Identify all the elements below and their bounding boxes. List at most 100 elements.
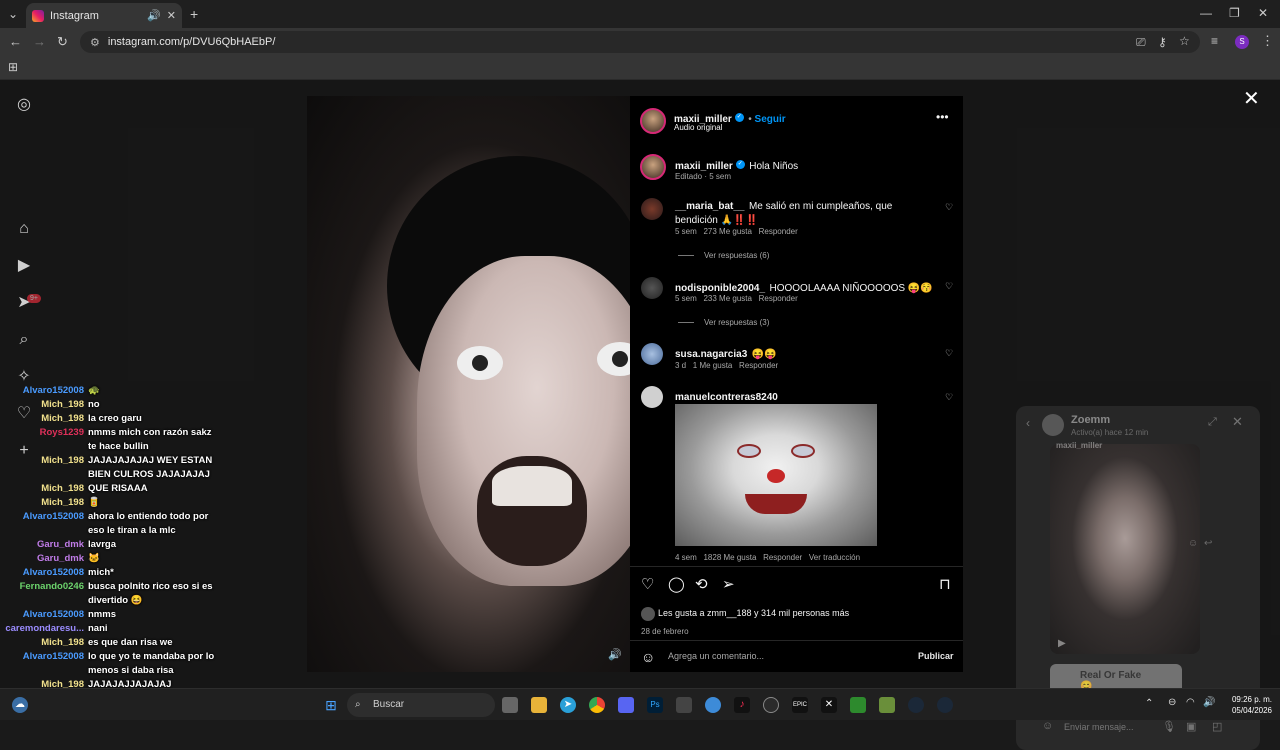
wifi-icon[interactable]: ◠ xyxy=(1186,697,1195,708)
discord-icon[interactable] xyxy=(618,697,634,713)
volume-icon[interactable]: 🔊 xyxy=(1203,697,1215,708)
new-tab-icon[interactable]: + xyxy=(190,6,198,22)
password-key-icon[interactable]: ⚷ xyxy=(1158,35,1167,49)
window-close-icon[interactable]: ✕ xyxy=(1258,6,1268,20)
tray-chevron-icon[interactable]: ⌃ xyxy=(1145,698,1153,709)
windows-start-icon[interactable]: ⊞ xyxy=(323,697,339,713)
steam-icon[interactable] xyxy=(908,697,924,713)
menu-kebab-icon[interactable]: ⋮ xyxy=(1261,33,1274,49)
publish-button[interactable]: Publicar xyxy=(918,651,954,661)
chrome-icon[interactable] xyxy=(589,697,605,713)
view-replies-link[interactable]: Ver respuestas (3) xyxy=(678,318,769,327)
likes-summary[interactable]: Les gusta a zmm__188 y 314 mil personas … xyxy=(658,608,849,618)
post-video[interactable]: 🔊 xyxy=(307,96,630,672)
obs-icon[interactable] xyxy=(763,697,779,713)
instagram-logo-icon[interactable]: ◎ xyxy=(15,96,33,114)
forward-icon[interactable]: → xyxy=(33,34,46,49)
emoji-icon[interactable]: ☺ xyxy=(641,649,655,665)
photoshop-icon[interactable]: Ps xyxy=(647,697,663,713)
chat-username[interactable]: Alvaro152008 xyxy=(0,510,84,524)
like-icon[interactable]: ♡ xyxy=(641,575,654,593)
bookmark-star-icon[interactable]: ☆ xyxy=(1179,34,1190,48)
sticker-icon[interactable]: ◰ xyxy=(1212,720,1222,733)
react-emoji-icon[interactable]: ☺ xyxy=(1188,538,1198,549)
comment-likes[interactable]: 1828 Me gusta xyxy=(703,553,756,562)
chat-username[interactable]: Garu_dmk xyxy=(0,538,84,552)
comment-like-icon[interactable]: ♡ xyxy=(945,202,953,213)
system-clock[interactable]: 09:26 p. m. 05/04/2026 xyxy=(1222,694,1272,716)
image-icon[interactable]: ▣ xyxy=(1186,720,1196,733)
chat-username[interactable]: Mich_198 xyxy=(0,636,84,650)
telegram-icon[interactable]: ➤ xyxy=(560,697,576,713)
comment-like-icon[interactable]: ♡ xyxy=(945,281,953,292)
weather-icon[interactable]: ☁ xyxy=(12,697,28,713)
comment-input[interactable]: Agrega un comentario... xyxy=(668,651,764,661)
chat-username[interactable]: Mich_198 xyxy=(0,412,84,426)
comment-icon[interactable]: ◯ xyxy=(668,575,685,593)
taskbar-search[interactable]: ⌕ Buscar xyxy=(347,693,495,717)
more-options-icon[interactable]: ••• xyxy=(936,110,949,124)
follow-button[interactable]: Seguir xyxy=(755,114,786,125)
reels-icon[interactable]: ▶ xyxy=(15,257,33,275)
back-icon[interactable]: ← xyxy=(9,34,22,49)
author-avatar[interactable] xyxy=(640,108,666,134)
dm-contact-name[interactable]: Zoemm xyxy=(1071,414,1110,426)
reply-link[interactable]: Responder xyxy=(763,553,802,562)
search-icon[interactable]: ⌕ xyxy=(15,331,33,349)
chat-username[interactable]: Mich_198 xyxy=(0,454,84,468)
comment-likes[interactable]: 1 Me gusta xyxy=(693,361,733,370)
save-bookmark-icon[interactable]: ⊓ xyxy=(939,575,951,593)
reload-icon[interactable]: ↻ xyxy=(57,34,68,50)
tiktok-icon[interactable]: ♪ xyxy=(734,697,750,713)
epic-games-icon[interactable]: EPIC xyxy=(792,697,808,713)
dm-close-icon[interactable]: ✕ xyxy=(1232,414,1243,430)
comment-likes[interactable]: 273 Me gusta xyxy=(703,227,751,236)
comment-avatar[interactable] xyxy=(641,277,663,299)
minecraft-icon[interactable] xyxy=(879,697,895,713)
minimize-icon[interactable]: — xyxy=(1200,6,1212,20)
chat-username[interactable]: Roys1239 xyxy=(0,426,84,440)
translate-link[interactable]: Ver traducción xyxy=(809,553,860,562)
file-explorer-icon[interactable] xyxy=(531,697,547,713)
comment-likes[interactable]: 233 Me gusta xyxy=(703,294,751,303)
cursor-app-icon[interactable]: ✕ xyxy=(821,697,837,713)
restore-icon[interactable]: ❐ xyxy=(1229,6,1240,20)
chat-username[interactable]: Alvaro152008 xyxy=(0,384,84,398)
chat-username[interactable]: Fernando0246 xyxy=(0,580,84,594)
comment-username[interactable]: nodisponible2004_ xyxy=(675,283,765,294)
task-view-icon[interactable] xyxy=(502,697,518,713)
comment-username[interactable]: susa.nagarcia3 xyxy=(675,349,747,360)
capcut-icon[interactable] xyxy=(676,697,692,713)
shared-reel-preview[interactable] xyxy=(1050,444,1200,654)
comment-username[interactable]: __maria_bat__ xyxy=(675,201,745,212)
comment-like-icon[interactable]: ♡ xyxy=(945,348,953,359)
speaker-icon[interactable]: 🔊 xyxy=(147,9,161,22)
view-replies-link[interactable]: Ver respuestas (6) xyxy=(678,251,769,260)
profile-avatar[interactable]: S xyxy=(1235,35,1249,49)
minecraft-launcher-icon[interactable] xyxy=(850,697,866,713)
chat-username[interactable]: Alvaro152008 xyxy=(0,650,84,664)
reply-arrow-icon[interactable]: ↩ xyxy=(1204,538,1212,549)
comment-like-icon[interactable]: ♡ xyxy=(945,392,953,403)
dm-emoji-icon[interactable]: ☺ xyxy=(1042,720,1053,732)
tray-app-icon[interactable]: ⊖ xyxy=(1168,697,1176,708)
cast-icon[interactable]: ⎚ xyxy=(1136,35,1146,50)
steam-alt-icon[interactable] xyxy=(937,697,953,713)
reply-link[interactable]: Responder xyxy=(759,294,798,303)
chat-username[interactable]: caremondaresu... xyxy=(0,622,84,636)
repost-icon[interactable]: ⟲ xyxy=(695,575,708,593)
dm-avatar[interactable] xyxy=(1042,414,1064,436)
back-chevron-icon[interactable]: ‹ xyxy=(1026,416,1030,430)
site-settings-icon[interactable]: ⚙ xyxy=(90,36,100,49)
tab-search-icon[interactable]: ⌄ xyxy=(8,7,18,21)
expand-icon[interactable]: ⤢ xyxy=(1208,416,1217,429)
browser-tab[interactable]: Instagram 🔊 ✕ xyxy=(26,3,182,28)
reading-list-icon[interactable]: ≡ xyxy=(1211,34,1218,48)
close-tab-icon[interactable]: ✕ xyxy=(167,9,176,22)
chat-username[interactable]: Alvaro152008 xyxy=(0,608,84,622)
audio-toggle-icon[interactable]: 🔊 xyxy=(608,648,622,661)
close-modal-icon[interactable]: ✕ xyxy=(1243,89,1260,109)
comment-gif-image[interactable] xyxy=(675,404,877,546)
comment-avatar-default[interactable] xyxy=(641,386,663,408)
comment-username[interactable]: manuelcontreras8240 xyxy=(675,392,778,403)
